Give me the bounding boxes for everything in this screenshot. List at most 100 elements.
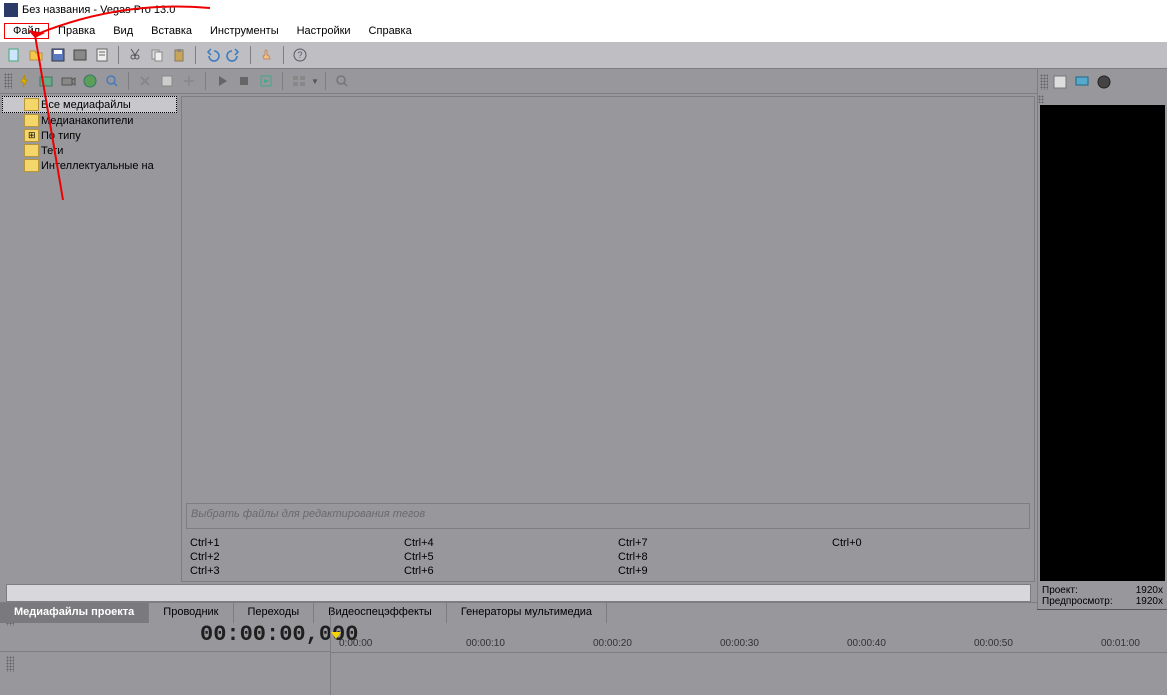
save-icon[interactable]	[48, 45, 68, 65]
tree-label: Теги	[41, 145, 63, 157]
menu-settings[interactable]: Настройки	[288, 23, 360, 39]
shortcut[interactable]: Ctrl+0	[832, 537, 1026, 549]
shortcut[interactable]: Ctrl+1	[190, 537, 384, 549]
preview-props-icon[interactable]	[1050, 72, 1070, 92]
tree-all-media[interactable]: Все медиафайлы	[2, 96, 177, 113]
paste-icon[interactable]	[169, 45, 189, 65]
separator	[282, 72, 283, 90]
tree-label: Медианакопители	[41, 115, 133, 127]
preview-pane: Проект: 1920x Предпросмотр: 1920x	[1037, 69, 1167, 609]
ruler-mark: 00:00:40	[847, 638, 886, 649]
shortcut[interactable]: Ctrl+6	[404, 565, 598, 577]
window-title: Без названия - Vegas Pro 13.0	[22, 4, 175, 16]
title-bar: Без названия - Vegas Pro 13.0	[0, 0, 1167, 20]
remove-icon[interactable]	[135, 71, 155, 91]
video-preview[interactable]	[1040, 105, 1165, 581]
touch-icon[interactable]	[257, 45, 277, 65]
tree-media-storage[interactable]: Медианакопители	[2, 113, 177, 128]
open-icon[interactable]	[26, 45, 46, 65]
timeline-ruler[interactable]: 0:00:00 00:00:10 00:00:20 00:00:30 00:00…	[330, 610, 1167, 695]
preview-info: Проект: 1920x Предпросмотр: 1920x	[1038, 583, 1167, 609]
separator	[205, 72, 206, 90]
shortcut[interactable]: Ctrl+7	[618, 537, 812, 549]
horizontal-scrollbar[interactable]	[6, 584, 1031, 602]
tree-smart[interactable]: Интеллектуальные на	[2, 158, 177, 173]
copy-icon[interactable]	[147, 45, 167, 65]
render-icon[interactable]	[70, 45, 90, 65]
folder-icon	[24, 159, 39, 172]
menu-file[interactable]: Файл	[4, 23, 49, 39]
tree-label: Интеллектуальные на	[41, 160, 154, 172]
preview-label: Предпросмотр:	[1042, 596, 1113, 607]
svg-text:?: ?	[297, 50, 302, 60]
menu-edit[interactable]: Правка	[49, 23, 104, 39]
redo-icon[interactable]	[224, 45, 244, 65]
capture-icon[interactable]	[58, 71, 78, 91]
tree-label: Все медиафайлы	[41, 99, 131, 111]
grip-icon[interactable]	[1038, 95, 1044, 103]
expand-icon[interactable]: ⊞	[28, 130, 36, 141]
dropdown-icon[interactable]: ▼	[311, 77, 319, 86]
separator	[128, 72, 129, 90]
media-list-empty[interactable]	[182, 97, 1034, 499]
play-icon[interactable]	[212, 71, 232, 91]
tab-project-media[interactable]: Медиафайлы проекта	[0, 603, 149, 623]
shortcut[interactable]: Ctrl+8	[618, 551, 812, 563]
tree-by-type[interactable]: ⊞По типу	[2, 128, 177, 143]
tab-transitions[interactable]: Переходы	[234, 603, 315, 623]
menu-help[interactable]: Справка	[360, 23, 421, 39]
props-icon[interactable]	[157, 71, 177, 91]
grip-icon[interactable]	[4, 73, 12, 89]
shortcut[interactable]: Ctrl+3	[190, 565, 384, 577]
grip-icon[interactable]	[6, 656, 14, 672]
ruler-mark: 00:00:20	[593, 638, 632, 649]
fx-icon[interactable]	[179, 71, 199, 91]
app-icon	[4, 3, 18, 17]
web-icon[interactable]	[80, 71, 100, 91]
grip-icon[interactable]	[1040, 74, 1048, 90]
separator	[195, 46, 196, 64]
shortcut[interactable]	[832, 565, 1026, 577]
shortcut[interactable]: Ctrl+5	[404, 551, 598, 563]
lightning-icon[interactable]	[14, 71, 34, 91]
properties-icon[interactable]	[92, 45, 112, 65]
import-icon[interactable]	[36, 71, 56, 91]
split-screen-icon[interactable]	[1094, 72, 1114, 92]
ruler-mark: 0:00:00	[339, 638, 372, 649]
preview-value: 1920x	[1136, 596, 1163, 607]
undo-icon[interactable]	[202, 45, 222, 65]
main-toolbar: ?	[0, 42, 1167, 69]
tag-edit-placeholder[interactable]: Выбрать файлы для редактирования тегов	[186, 503, 1030, 529]
zoom-icon[interactable]	[332, 71, 352, 91]
menu-view[interactable]: Вид	[104, 23, 142, 39]
folder-icon	[24, 98, 39, 111]
shortcut[interactable]: Ctrl+9	[618, 565, 812, 577]
tag-shortcuts: Ctrl+1 Ctrl+4 Ctrl+7 Ctrl+0 Ctrl+2 Ctrl+…	[182, 533, 1034, 581]
stop-icon[interactable]	[234, 71, 254, 91]
ruler-mark: 00:00:30	[720, 638, 759, 649]
project-label: Проект:	[1042, 585, 1078, 596]
external-monitor-icon[interactable]	[1072, 72, 1092, 92]
ruler-mark: 00:00:50	[974, 638, 1013, 649]
separator	[118, 46, 119, 64]
preview-toolbar	[1038, 69, 1167, 95]
menu-insert[interactable]: Вставка	[142, 23, 201, 39]
media-content: Выбрать файлы для редактирования тегов C…	[181, 96, 1035, 582]
folder-icon	[24, 114, 39, 127]
cut-icon[interactable]	[125, 45, 145, 65]
menu-bar: Файл Правка Вид Вставка Инструменты Наст…	[0, 20, 1167, 42]
ruler-mark: 00:00:10	[466, 638, 505, 649]
help-icon[interactable]: ?	[290, 45, 310, 65]
search-media-icon[interactable]	[102, 71, 122, 91]
shortcut[interactable]	[832, 551, 1026, 563]
separator	[325, 72, 326, 90]
new-icon[interactable]	[4, 45, 24, 65]
tree-tags[interactable]: Теги	[2, 143, 177, 158]
views-icon[interactable]	[289, 71, 309, 91]
menu-tools[interactable]: Инструменты	[201, 23, 288, 39]
autopreview-icon[interactable]	[256, 71, 276, 91]
shortcut[interactable]: Ctrl+4	[404, 537, 598, 549]
shortcut[interactable]: Ctrl+2	[190, 551, 384, 563]
separator	[250, 46, 251, 64]
tab-explorer[interactable]: Проводник	[149, 603, 233, 623]
